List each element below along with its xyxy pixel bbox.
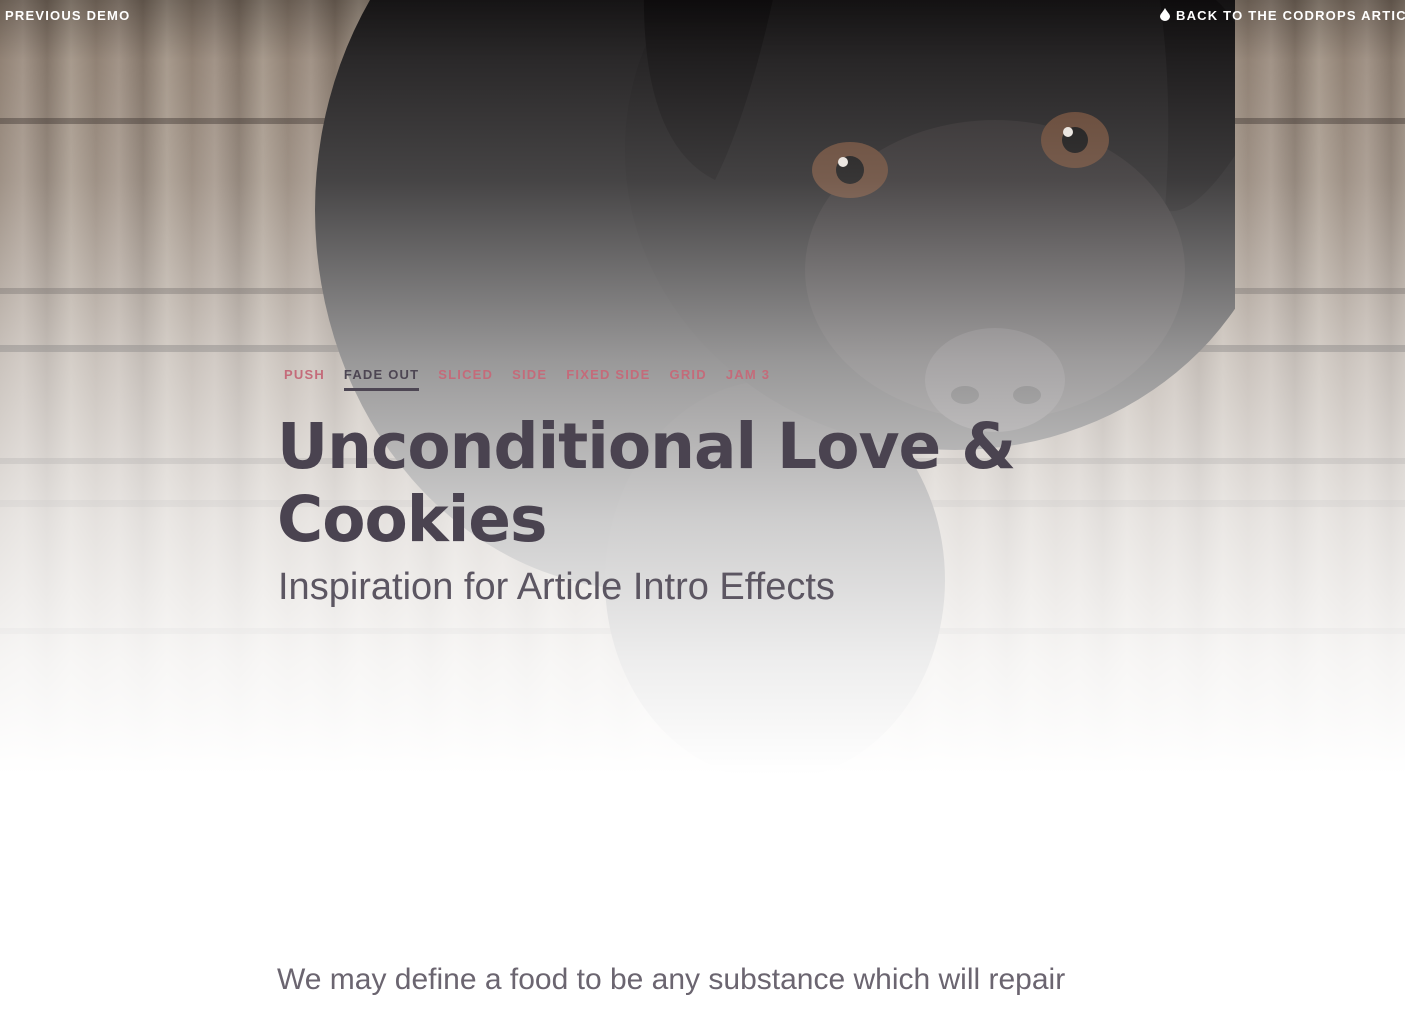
demo-nav-push[interactable]: PUSH xyxy=(284,367,325,391)
article-first-line: We may define a food to be any substance… xyxy=(277,963,1066,996)
hero-fade-overlay xyxy=(0,0,1405,790)
demo-nav-sliced[interactable]: SLICED xyxy=(438,367,493,391)
page-subtitle: Inspiration for Article Intro Effects xyxy=(278,566,835,608)
demo-nav-fade-out[interactable]: FADE OUT xyxy=(343,367,420,391)
demo-nav: PUSH FADE OUT SLICED SIDE FIXED SIDE GRI… xyxy=(284,367,770,391)
back-to-article-link[interactable]: BACK TO THE CODROPS ARTICL xyxy=(1160,8,1405,23)
hero-background xyxy=(0,0,1405,790)
back-to-article-label: BACK TO THE CODROPS ARTICL xyxy=(1176,8,1405,23)
demo-nav-fixed-side[interactable]: FIXED SIDE xyxy=(566,367,650,391)
page-title: Unconditional Love & Cookies xyxy=(277,410,1016,556)
demo-nav-side[interactable]: SIDE xyxy=(512,367,547,391)
demo-nav-jam-3[interactable]: JAM 3 xyxy=(726,367,770,391)
previous-demo-link[interactable]: PREVIOUS DEMO xyxy=(5,8,130,23)
demo-nav-grid[interactable]: GRID xyxy=(670,367,707,391)
drop-icon xyxy=(1160,8,1170,21)
